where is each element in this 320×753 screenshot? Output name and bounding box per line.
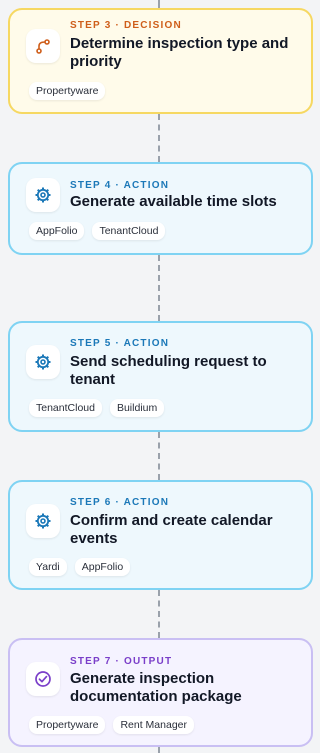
step-label: STEP 4 · ACTION	[70, 180, 170, 191]
integration-chip: TenantCloud	[92, 222, 166, 240]
flow-connector	[158, 432, 160, 480]
step-label: STEP 7 · OUTPUT	[70, 656, 173, 667]
check-circle-icon	[26, 662, 60, 696]
integration-chips: TenantCloud Buildium	[29, 399, 165, 417]
step-card-7[interactable]: STEP 7 · OUTPUT Generate inspection docu…	[8, 638, 313, 747]
gear-icon	[26, 178, 60, 212]
integration-chip: Propertyware	[29, 716, 106, 734]
integration-chips: Yardi AppFolio	[29, 558, 131, 576]
gear-icon	[26, 345, 60, 379]
branch-icon	[26, 29, 60, 63]
integration-chip: Yardi	[29, 558, 67, 576]
flow-connector	[158, 114, 160, 162]
step-card-6[interactable]: STEP 6 · ACTION Confirm and create calen…	[8, 480, 313, 590]
step-title: Generate available time slots	[70, 193, 277, 210]
step-label: STEP 6 · ACTION	[70, 497, 170, 508]
flow-connector	[158, 590, 160, 638]
step-label: STEP 3 · DECISION	[70, 20, 182, 31]
integration-chips: Propertyware Rent Manager	[29, 716, 194, 734]
integration-chip: AppFolio	[74, 558, 131, 576]
flow-connector	[158, 747, 160, 753]
flow-connector	[158, 255, 160, 321]
step-title: Send scheduling request to tenant	[70, 353, 267, 388]
step-title: Confirm and create calendar events	[70, 512, 273, 547]
flow-connector	[158, 0, 160, 8]
integration-chip: TenantCloud	[29, 399, 102, 417]
integration-chip: Buildium	[109, 399, 165, 417]
step-card-4[interactable]: STEP 4 · ACTION Generate available time …	[8, 162, 313, 255]
integration-chip: AppFolio	[29, 222, 85, 240]
integration-chip: Propertyware	[29, 82, 106, 100]
step-card-3[interactable]: STEP 3 · DECISION Determine inspection t…	[8, 8, 313, 114]
step-label: STEP 5 · ACTION	[70, 338, 170, 349]
integration-chips: AppFolio TenantCloud	[29, 222, 166, 240]
gear-icon	[26, 504, 60, 538]
step-title: Generate inspection documentation packag…	[70, 670, 242, 705]
step-card-5[interactable]: STEP 5 · ACTION Send scheduling request …	[8, 321, 313, 432]
integration-chips: Propertyware	[29, 82, 106, 100]
step-title: Determine inspection type and priority	[70, 35, 289, 70]
integration-chip: Rent Manager	[113, 716, 194, 734]
